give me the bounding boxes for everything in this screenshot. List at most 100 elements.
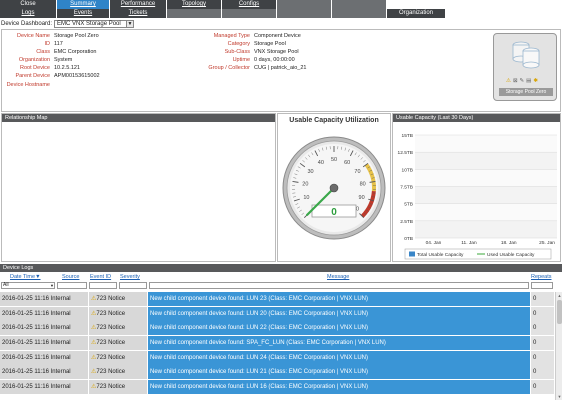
chart-band bbox=[415, 203, 557, 221]
log-repeats: 0 bbox=[531, 306, 554, 321]
log-repeats: 0 bbox=[531, 380, 554, 395]
col-message[interactable]: Message bbox=[327, 273, 349, 281]
scroll-down-icon[interactable]: ▼ bbox=[556, 393, 562, 400]
tab-summary[interactable]: Summary bbox=[57, 0, 109, 9]
info-row: Category Storage Pool bbox=[182, 40, 306, 48]
info-icon[interactable]: ✱ bbox=[533, 78, 538, 85]
source-filter[interactable] bbox=[57, 282, 87, 289]
gauge-tick-label: 80 bbox=[360, 181, 366, 187]
chevron-down-icon[interactable]: ▼ bbox=[126, 20, 134, 27]
gauge-tick-label: 30 bbox=[307, 169, 313, 175]
log-source: Internal bbox=[50, 354, 71, 361]
info-value: 117 bbox=[54, 41, 63, 48]
tab-close[interactable]: Close bbox=[0, 0, 56, 9]
log-severity: Notice bbox=[108, 296, 126, 302]
chart-band bbox=[415, 186, 557, 204]
device-icon-box[interactable]: ⚠ ⊠ ✎ ▤ ✱ Storage Pool Zero bbox=[493, 33, 557, 101]
log-severity: Notice bbox=[108, 325, 126, 332]
table-row[interactable]: 2016-01-25 11:16 Internal ⚠723 Notice New … bbox=[0, 350, 554, 366]
info-value: 10.2.5.121 bbox=[54, 65, 80, 72]
log-event-id[interactable]: 723 bbox=[96, 296, 106, 302]
log-repeats: 0 bbox=[531, 321, 554, 336]
tab-topology[interactable]: Topology bbox=[167, 0, 221, 9]
table-row[interactable]: 2016-01-25 11:16 Internal ⚠723 Notice New … bbox=[0, 380, 554, 395]
tab-organization[interactable]: Organization bbox=[387, 9, 445, 18]
tab-disabled-2 bbox=[332, 0, 386, 9]
log-date-source: 2016-01-25 11:16 Internal bbox=[0, 365, 88, 380]
repeats-filter[interactable] bbox=[531, 282, 553, 289]
usable-capacity-panel: Usable Capacity (Last 30 Days) 0TB 2.5TB 5… bbox=[392, 113, 561, 262]
log-date-source: 2016-01-25 11:16 Internal bbox=[0, 336, 88, 351]
log-date-source: 2016-01-25 11:16 Internal bbox=[0, 321, 88, 336]
event-id-filter[interactable] bbox=[89, 282, 117, 289]
log-event-id[interactable]: 723 bbox=[96, 355, 106, 361]
device-logs-title: Device Logs bbox=[0, 264, 562, 272]
warning-icon[interactable]: ⚠ bbox=[506, 78, 511, 85]
relationship-map-title: Relationship Map bbox=[2, 114, 275, 122]
logs-rows: 2016-01-25 11:16 Internal ⚠723 Notice New … bbox=[0, 292, 554, 395]
date-filter-select[interactable]: All ▼ bbox=[1, 282, 55, 289]
tab-events[interactable]: Events bbox=[57, 9, 109, 18]
log-severity: Notice bbox=[108, 354, 126, 361]
col-event-id[interactable]: Event ID bbox=[90, 273, 111, 281]
gauge-tick-label: 60 bbox=[344, 160, 350, 166]
scroll-up-icon[interactable]: ▲ bbox=[556, 292, 562, 299]
y-tick-label: 10TB bbox=[402, 167, 413, 173]
tab-tickets[interactable]: Tickets bbox=[110, 9, 166, 18]
wrench-icon[interactable]: ✎ bbox=[520, 78, 525, 85]
log-message: New child component device found: LUN 20… bbox=[148, 306, 530, 321]
logs-scrollbar[interactable]: ▲ ▼ bbox=[555, 292, 562, 400]
gauge-tick-label: 20 bbox=[302, 181, 308, 187]
log-event-id[interactable]: 723 bbox=[96, 311, 106, 317]
logs-column-headers: Date Time▼ Source Event ID Severity Mess… bbox=[0, 273, 562, 281]
col-repeats[interactable]: Repeats bbox=[531, 273, 552, 281]
log-date-source: 2016-01-25 11:16 Internal bbox=[0, 350, 88, 365]
utilization-gauge: 0102030405060708090100 0 bbox=[282, 136, 386, 240]
log-date: 2016-01-25 11:16 bbox=[2, 354, 49, 361]
tab-performance[interactable]: Performance bbox=[110, 0, 166, 9]
table-row[interactable]: 2016-01-25 11:16 Internal ⚠723 Notice New … bbox=[0, 306, 554, 322]
log-event-id[interactable]: 723 bbox=[96, 369, 106, 375]
tab-disabled-3 bbox=[167, 9, 221, 18]
log-date: 2016-01-25 11:16 bbox=[2, 325, 49, 332]
tab-configs[interactable]: Configs bbox=[222, 0, 276, 9]
logs-filter-row: All ▼ bbox=[0, 282, 562, 290]
table-row[interactable]: 2016-01-25 11:16 Internal ⚠723 Notice New … bbox=[0, 292, 554, 307]
dashboard-selected-value: EMC VNX Storage Pool bbox=[57, 20, 121, 27]
dashboard-selector-row: Device Dashboard: EMC VNX Storage Pool ▼ bbox=[1, 19, 135, 28]
log-event-id[interactable]: 723 bbox=[96, 340, 106, 346]
scroll-thumb[interactable] bbox=[557, 300, 562, 324]
log-source: Internal bbox=[50, 296, 71, 302]
document-icon[interactable]: ▤ bbox=[526, 78, 531, 85]
severity-filter[interactable] bbox=[119, 282, 147, 289]
log-event-severity: ⚠723 Notice bbox=[89, 336, 147, 351]
legend-label-total[interactable]: Total Usable Capacity bbox=[417, 252, 464, 258]
log-date: 2016-01-25 11:16 bbox=[2, 310, 49, 317]
lock-icon[interactable]: ⊠ bbox=[513, 78, 518, 85]
col-date-time[interactable]: Date Time▼ bbox=[10, 273, 41, 281]
gauge-tick-label: 40 bbox=[318, 160, 324, 166]
message-filter[interactable] bbox=[149, 282, 529, 289]
table-row[interactable]: 2016-01-25 11:16 Internal ⚠723 Notice New … bbox=[0, 321, 554, 337]
chevron-down-icon: ▼ bbox=[50, 283, 54, 288]
log-source: Internal bbox=[50, 310, 71, 317]
log-repeats: 0 bbox=[531, 292, 554, 306]
tab-logs[interactable]: Logs bbox=[0, 9, 56, 18]
legend-label-used[interactable]: Used Usable Capacity bbox=[487, 252, 535, 258]
gauge-tick-label: 10 bbox=[303, 195, 309, 201]
table-row[interactable]: 2016-01-25 11:16 Internal ⚠723 Notice New … bbox=[0, 336, 554, 351]
legend-swatch-total[interactable] bbox=[409, 251, 415, 257]
log-event-id[interactable]: 723 bbox=[96, 384, 106, 390]
log-event-severity: ⚠723 Notice bbox=[89, 380, 147, 395]
info-label: Device Name bbox=[16, 33, 50, 39]
log-message: New child component device found: LUN 22… bbox=[148, 321, 530, 336]
col-severity[interactable]: Severity bbox=[120, 273, 140, 281]
info-value: VNX Storage Pool bbox=[254, 49, 299, 56]
log-source: Internal bbox=[50, 384, 71, 391]
dashboard-select[interactable]: EMC VNX Storage Pool ▼ bbox=[54, 19, 135, 28]
col-source[interactable]: Source bbox=[62, 273, 79, 281]
table-row[interactable]: 2016-01-25 11:16 Internal ⚠723 Notice New … bbox=[0, 365, 554, 381]
x-tick-label: 04. Jan bbox=[426, 240, 442, 246]
y-tick-label: 5TB bbox=[404, 202, 413, 208]
log-event-id[interactable]: 723 bbox=[96, 325, 106, 331]
